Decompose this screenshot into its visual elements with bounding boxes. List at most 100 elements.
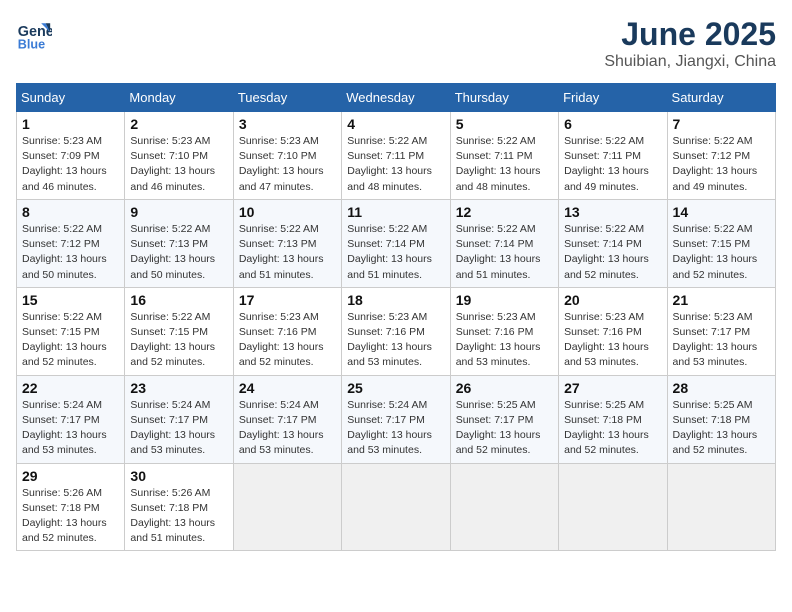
day-info: Sunrise: 5:26 AM Sunset: 7:18 PM Dayligh… [22, 486, 119, 547]
calendar-cell: 22 Sunrise: 5:24 AM Sunset: 7:17 PM Dayl… [17, 375, 125, 463]
calendar-week-row: 1 Sunrise: 5:23 AM Sunset: 7:09 PM Dayli… [17, 112, 776, 200]
calendar-cell: 25 Sunrise: 5:24 AM Sunset: 7:17 PM Dayl… [342, 375, 450, 463]
calendar-cell: 18 Sunrise: 5:23 AM Sunset: 7:16 PM Dayl… [342, 287, 450, 375]
calendar-table: Sunday Monday Tuesday Wednesday Thursday… [16, 83, 776, 551]
day-info: Sunrise: 5:24 AM Sunset: 7:17 PM Dayligh… [239, 398, 336, 459]
day-number: 9 [130, 204, 227, 220]
day-info: Sunrise: 5:22 AM Sunset: 7:11 PM Dayligh… [456, 134, 553, 195]
calendar-cell: 3 Sunrise: 5:23 AM Sunset: 7:10 PM Dayli… [233, 112, 341, 200]
day-info: Sunrise: 5:22 AM Sunset: 7:15 PM Dayligh… [673, 222, 770, 283]
day-number: 3 [239, 116, 336, 132]
calendar-cell: 28 Sunrise: 5:25 AM Sunset: 7:18 PM Dayl… [667, 375, 775, 463]
calendar-cell: 9 Sunrise: 5:22 AM Sunset: 7:13 PM Dayli… [125, 199, 233, 287]
location: Shuibian, Jiangxi, China [604, 53, 776, 71]
calendar-cell: 20 Sunrise: 5:23 AM Sunset: 7:16 PM Dayl… [559, 287, 667, 375]
month-title: June 2025 [604, 16, 776, 53]
calendar-cell: 27 Sunrise: 5:25 AM Sunset: 7:18 PM Dayl… [559, 375, 667, 463]
calendar-cell: 26 Sunrise: 5:25 AM Sunset: 7:17 PM Dayl… [450, 375, 558, 463]
calendar-cell: 15 Sunrise: 5:22 AM Sunset: 7:15 PM Dayl… [17, 287, 125, 375]
calendar-cell: 7 Sunrise: 5:22 AM Sunset: 7:12 PM Dayli… [667, 112, 775, 200]
day-info: Sunrise: 5:22 AM Sunset: 7:11 PM Dayligh… [564, 134, 661, 195]
col-friday: Friday [559, 84, 667, 112]
calendar-cell: 23 Sunrise: 5:24 AM Sunset: 7:17 PM Dayl… [125, 375, 233, 463]
day-info: Sunrise: 5:23 AM Sunset: 7:16 PM Dayligh… [347, 310, 444, 371]
day-number: 1 [22, 116, 119, 132]
calendar-cell: 1 Sunrise: 5:23 AM Sunset: 7:09 PM Dayli… [17, 112, 125, 200]
calendar-cell: 8 Sunrise: 5:22 AM Sunset: 7:12 PM Dayli… [17, 199, 125, 287]
day-number: 25 [347, 380, 444, 396]
day-number: 30 [130, 468, 227, 484]
day-info: Sunrise: 5:23 AM Sunset: 7:10 PM Dayligh… [239, 134, 336, 195]
day-info: Sunrise: 5:22 AM Sunset: 7:11 PM Dayligh… [347, 134, 444, 195]
calendar-week-row: 8 Sunrise: 5:22 AM Sunset: 7:12 PM Dayli… [17, 199, 776, 287]
day-number: 28 [673, 380, 770, 396]
day-info: Sunrise: 5:23 AM Sunset: 7:16 PM Dayligh… [239, 310, 336, 371]
calendar-cell [233, 463, 341, 551]
day-number: 22 [22, 380, 119, 396]
calendar-cell: 16 Sunrise: 5:22 AM Sunset: 7:15 PM Dayl… [125, 287, 233, 375]
day-info: Sunrise: 5:22 AM Sunset: 7:12 PM Dayligh… [673, 134, 770, 195]
day-number: 24 [239, 380, 336, 396]
day-number: 14 [673, 204, 770, 220]
svg-text:Blue: Blue [18, 37, 45, 51]
day-info: Sunrise: 5:24 AM Sunset: 7:17 PM Dayligh… [347, 398, 444, 459]
calendar-cell: 4 Sunrise: 5:22 AM Sunset: 7:11 PM Dayli… [342, 112, 450, 200]
calendar-week-row: 15 Sunrise: 5:22 AM Sunset: 7:15 PM Dayl… [17, 287, 776, 375]
calendar-week-row: 29 Sunrise: 5:26 AM Sunset: 7:18 PM Dayl… [17, 463, 776, 551]
calendar-cell: 24 Sunrise: 5:24 AM Sunset: 7:17 PM Dayl… [233, 375, 341, 463]
calendar-cell: 21 Sunrise: 5:23 AM Sunset: 7:17 PM Dayl… [667, 287, 775, 375]
day-info: Sunrise: 5:24 AM Sunset: 7:17 PM Dayligh… [130, 398, 227, 459]
day-number: 12 [456, 204, 553, 220]
day-info: Sunrise: 5:22 AM Sunset: 7:14 PM Dayligh… [347, 222, 444, 283]
day-number: 17 [239, 292, 336, 308]
calendar-cell: 11 Sunrise: 5:22 AM Sunset: 7:14 PM Dayl… [342, 199, 450, 287]
logo-icon: General Blue [16, 16, 52, 52]
day-number: 20 [564, 292, 661, 308]
calendar-cell [667, 463, 775, 551]
day-info: Sunrise: 5:24 AM Sunset: 7:17 PM Dayligh… [22, 398, 119, 459]
day-number: 2 [130, 116, 227, 132]
day-info: Sunrise: 5:22 AM Sunset: 7:13 PM Dayligh… [130, 222, 227, 283]
weekday-header-row: Sunday Monday Tuesday Wednesday Thursday… [17, 84, 776, 112]
day-number: 27 [564, 380, 661, 396]
day-number: 8 [22, 204, 119, 220]
calendar-cell: 12 Sunrise: 5:22 AM Sunset: 7:14 PM Dayl… [450, 199, 558, 287]
day-number: 10 [239, 204, 336, 220]
calendar-week-row: 22 Sunrise: 5:24 AM Sunset: 7:17 PM Dayl… [17, 375, 776, 463]
day-number: 5 [456, 116, 553, 132]
day-number: 19 [456, 292, 553, 308]
day-number: 21 [673, 292, 770, 308]
day-info: Sunrise: 5:25 AM Sunset: 7:18 PM Dayligh… [564, 398, 661, 459]
calendar-cell: 6 Sunrise: 5:22 AM Sunset: 7:11 PM Dayli… [559, 112, 667, 200]
day-info: Sunrise: 5:23 AM Sunset: 7:17 PM Dayligh… [673, 310, 770, 371]
calendar-cell: 10 Sunrise: 5:22 AM Sunset: 7:13 PM Dayl… [233, 199, 341, 287]
calendar-cell: 29 Sunrise: 5:26 AM Sunset: 7:18 PM Dayl… [17, 463, 125, 551]
day-number: 4 [347, 116, 444, 132]
col-thursday: Thursday [450, 84, 558, 112]
calendar-cell: 5 Sunrise: 5:22 AM Sunset: 7:11 PM Dayli… [450, 112, 558, 200]
day-number: 11 [347, 204, 444, 220]
day-info: Sunrise: 5:23 AM Sunset: 7:16 PM Dayligh… [456, 310, 553, 371]
day-info: Sunrise: 5:22 AM Sunset: 7:12 PM Dayligh… [22, 222, 119, 283]
title-block: June 2025 Shuibian, Jiangxi, China [604, 16, 776, 71]
day-info: Sunrise: 5:22 AM Sunset: 7:15 PM Dayligh… [22, 310, 119, 371]
day-number: 15 [22, 292, 119, 308]
calendar-cell [450, 463, 558, 551]
day-number: 26 [456, 380, 553, 396]
calendar-cell: 19 Sunrise: 5:23 AM Sunset: 7:16 PM Dayl… [450, 287, 558, 375]
calendar-cell [559, 463, 667, 551]
day-number: 6 [564, 116, 661, 132]
calendar-cell: 14 Sunrise: 5:22 AM Sunset: 7:15 PM Dayl… [667, 199, 775, 287]
day-info: Sunrise: 5:23 AM Sunset: 7:16 PM Dayligh… [564, 310, 661, 371]
day-info: Sunrise: 5:22 AM Sunset: 7:15 PM Dayligh… [130, 310, 227, 371]
col-saturday: Saturday [667, 84, 775, 112]
day-info: Sunrise: 5:25 AM Sunset: 7:17 PM Dayligh… [456, 398, 553, 459]
day-number: 23 [130, 380, 227, 396]
day-info: Sunrise: 5:26 AM Sunset: 7:18 PM Dayligh… [130, 486, 227, 547]
col-monday: Monday [125, 84, 233, 112]
col-sunday: Sunday [17, 84, 125, 112]
day-info: Sunrise: 5:22 AM Sunset: 7:14 PM Dayligh… [456, 222, 553, 283]
day-info: Sunrise: 5:25 AM Sunset: 7:18 PM Dayligh… [673, 398, 770, 459]
page-header: General Blue June 2025 Shuibian, Jiangxi… [16, 16, 776, 71]
day-number: 13 [564, 204, 661, 220]
